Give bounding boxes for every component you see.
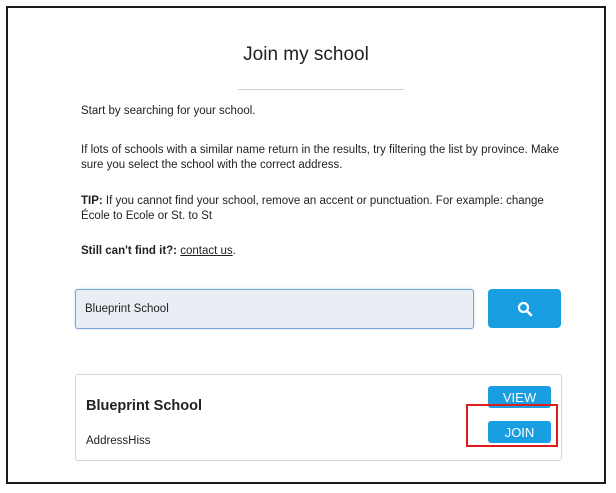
tip-label: TIP:	[81, 195, 103, 207]
filter-tip-text: If lots of schools with a similar name r…	[81, 144, 560, 171]
still-cant-find-label: Still can't find it?:	[81, 245, 178, 257]
search-button[interactable]	[488, 289, 561, 328]
contact-suffix: .	[232, 245, 236, 257]
tip-text: If you cannot find your school, remove a…	[81, 195, 544, 222]
school-search-input[interactable]	[75, 289, 474, 329]
title-divider	[238, 89, 404, 90]
tip-paragraph: TIP: If you cannot find your school, rem…	[81, 194, 561, 224]
intro-text: Start by searching for your school.	[81, 105, 256, 117]
contact-us-link[interactable]: contact us	[180, 245, 232, 257]
school-address: AddressHiss	[86, 435, 151, 447]
contact-paragraph: Still can't find it?: contact us.	[81, 244, 561, 259]
page-title: Join my school	[243, 44, 369, 65]
join-button-highlight	[466, 404, 558, 447]
school-name: Blueprint School	[86, 398, 202, 414]
search-icon	[517, 301, 532, 316]
